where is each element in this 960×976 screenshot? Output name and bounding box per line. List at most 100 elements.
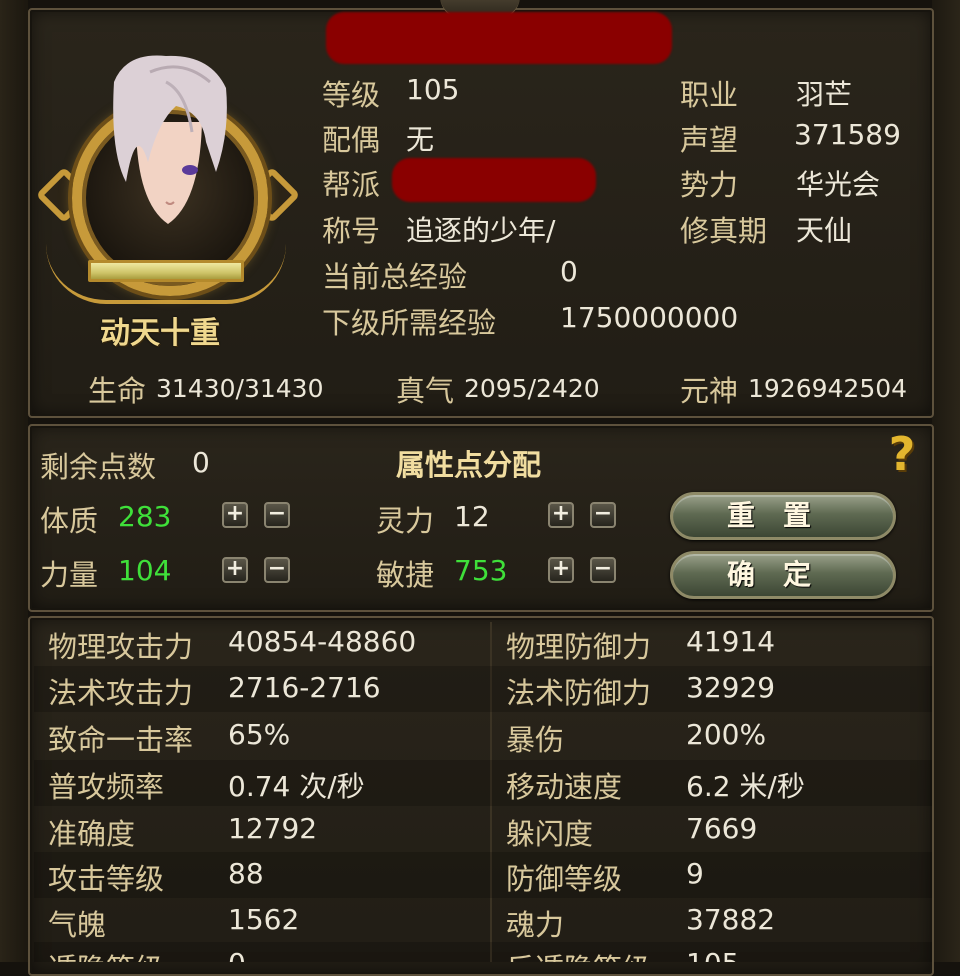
faction-label: 势力 xyxy=(680,168,739,202)
agi-minus-button[interactable]: − xyxy=(590,557,616,583)
current-exp-value: 0 xyxy=(560,255,578,288)
stat-value: 2716-2716 xyxy=(228,671,381,704)
agi-plus-button[interactable]: + xyxy=(548,557,574,583)
remaining-points-value: 0 xyxy=(192,446,210,479)
class-label: 职业 xyxy=(680,78,739,112)
spouse-label: 配偶 xyxy=(322,123,381,157)
con-plus-button[interactable]: + xyxy=(222,502,248,528)
level-value: 105 xyxy=(406,73,460,106)
stat-value: 41914 xyxy=(686,625,776,658)
stat-value: 40854-48860 xyxy=(228,625,417,658)
spi-minus-button[interactable]: − xyxy=(590,502,616,528)
guild-label: 帮派 xyxy=(322,168,381,202)
stat-label: 反遁隐等级 xyxy=(506,946,651,962)
class-value: 羽芒 xyxy=(796,78,853,111)
rank-title: 动天十重 xyxy=(100,316,220,351)
level-label: 等级 xyxy=(322,78,381,112)
stat-value: 12792 xyxy=(228,812,318,845)
stat-value: 7669 xyxy=(686,812,758,845)
cultivation-label: 修真期 xyxy=(680,214,768,248)
stat-value: 32929 xyxy=(686,671,776,704)
mp-label: 真气 xyxy=(396,374,455,408)
cultivation-value: 天仙 xyxy=(796,214,853,247)
stat-label: 遁隐等级 xyxy=(48,946,164,962)
minus-icon: − xyxy=(267,556,287,581)
stat-label: 气魄 xyxy=(48,908,107,942)
hp-label: 生命 xyxy=(88,374,147,408)
spi-label: 灵力 xyxy=(376,504,435,538)
plus-icon: + xyxy=(225,501,245,526)
stat-label: 法术防御力 xyxy=(506,676,652,710)
minus-icon: − xyxy=(593,556,613,581)
remaining-points-label: 剩余点数 xyxy=(40,450,157,484)
stat-label: 物理攻击力 xyxy=(48,630,194,664)
stat-value: 0 xyxy=(228,947,246,962)
reset-button[interactable]: 重置 xyxy=(670,492,896,540)
stat-value: 88 xyxy=(228,857,264,890)
stat-label: 法术攻击力 xyxy=(48,676,194,710)
stat-value: 65% xyxy=(228,718,291,751)
stat-label: 暴伤 xyxy=(506,723,565,757)
stat-label: 物理防御力 xyxy=(506,630,652,664)
question-mark-icon[interactable]: ? xyxy=(878,428,926,480)
plus-icon: + xyxy=(551,501,571,526)
stat-label: 普攻频率 xyxy=(48,770,165,804)
title-label: 称号 xyxy=(322,214,381,248)
str-plus-button[interactable]: + xyxy=(222,557,248,583)
title-value: 追逐的少年/ xyxy=(406,214,556,247)
str-value: 104 xyxy=(118,554,172,587)
background-left xyxy=(0,0,28,962)
stat-value: 37882 xyxy=(686,903,776,936)
stat-row: 气魄 1562 魂力 37882 xyxy=(34,898,932,944)
stat-label: 魂力 xyxy=(506,908,565,942)
stat-label: 致命一击率 xyxy=(48,723,194,757)
faction-value: 华光会 xyxy=(796,168,881,201)
stat-value: 9 xyxy=(686,857,704,890)
stat-value: 200% xyxy=(686,718,767,751)
confirm-button[interactable]: 确定 xyxy=(670,551,896,599)
spirit-value: 1926942504 xyxy=(748,374,908,403)
guild-redaction xyxy=(392,158,596,202)
str-minus-button[interactable]: − xyxy=(264,557,290,583)
spi-plus-button[interactable]: + xyxy=(548,502,574,528)
stat-label: 攻击等级 xyxy=(48,862,165,896)
prestige-label: 声望 xyxy=(680,123,739,157)
stat-row: 攻击等级 88 防御等级 9 xyxy=(34,852,932,898)
prestige-value: 371589 xyxy=(794,118,901,151)
character-portrait xyxy=(113,55,227,224)
next-exp-label: 下级所需经验 xyxy=(322,306,497,340)
stat-label: 移动速度 xyxy=(506,770,623,804)
hp-value: 31430/31430 xyxy=(156,374,324,403)
str-label: 力量 xyxy=(40,558,99,592)
stat-label: 准确度 xyxy=(48,817,136,851)
mp-value: 2095/2420 xyxy=(464,374,600,403)
stat-label: 躲闪度 xyxy=(506,817,594,851)
stat-row: 物理攻击力 40854-48860 物理防御力 41914 xyxy=(34,620,932,666)
minus-icon: − xyxy=(593,501,613,526)
con-value: 283 xyxy=(118,500,172,533)
minus-icon: − xyxy=(267,501,287,526)
stat-value: 105 xyxy=(686,947,739,962)
stat-row: 准确度 12792 躲闪度 7669 xyxy=(34,807,932,853)
current-exp-label: 当前总经验 xyxy=(322,260,468,294)
stat-row: 遁隐等级 0 反遁隐等级 105 xyxy=(34,942,932,962)
con-minus-button[interactable]: − xyxy=(264,502,290,528)
stat-label: 防御等级 xyxy=(506,862,623,896)
agi-value: 753 xyxy=(454,554,508,587)
spirit-label: 元神 xyxy=(680,374,739,408)
spi-value: 12 xyxy=(454,500,490,533)
plus-icon: + xyxy=(225,556,245,581)
stat-value: 6.2 米/秒 xyxy=(686,770,805,803)
name-redaction xyxy=(326,12,672,64)
stat-value: 1562 xyxy=(228,903,300,936)
attribute-heading: 属性点分配 xyxy=(396,448,542,482)
stat-row: 致命一击率 65% 暴伤 200% xyxy=(34,713,932,759)
plus-icon: + xyxy=(551,556,571,581)
stat-row: 普攻频率 0.74 次/秒 移动速度 6.2 米/秒 xyxy=(34,760,932,806)
background-right xyxy=(932,0,960,962)
stat-value: 0.74 次/秒 xyxy=(228,770,365,803)
experience-bar xyxy=(88,260,244,282)
next-exp-value: 1750000000 xyxy=(560,301,739,334)
con-label: 体质 xyxy=(40,504,99,538)
spouse-value: 无 xyxy=(406,123,435,156)
